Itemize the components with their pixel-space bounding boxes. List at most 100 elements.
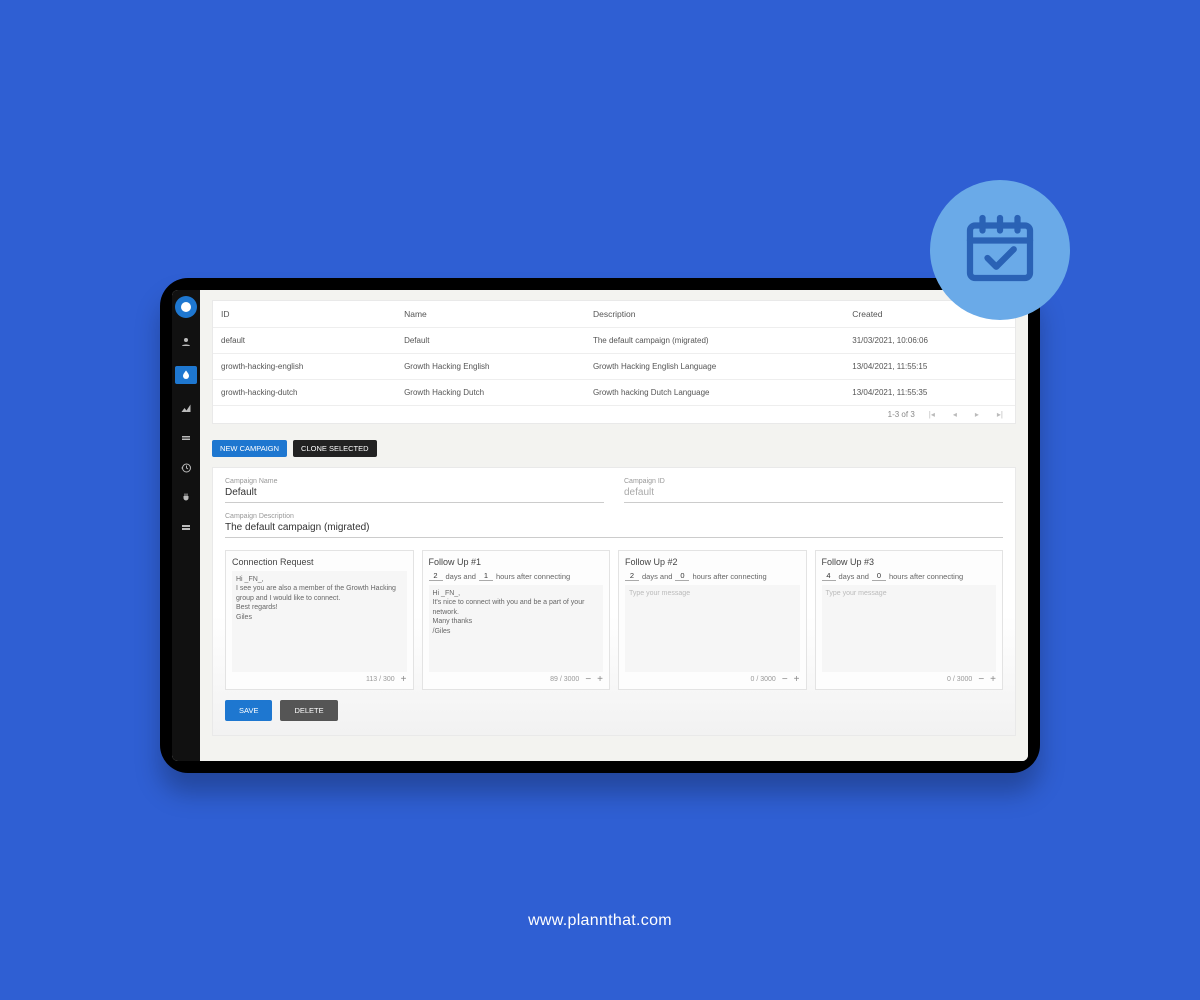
campaign-table: ID Name Description Created default Defa… bbox=[213, 301, 1015, 406]
campaign-id-label: Campaign ID bbox=[624, 478, 1003, 485]
counter-text: 0 / 3000 bbox=[947, 676, 972, 683]
table-row[interactable]: default Default The default campaign (mi… bbox=[213, 328, 1015, 354]
message-textarea[interactable]: Hi _FN_, I see you are also a member of … bbox=[232, 571, 407, 672]
layers-icon[interactable] bbox=[180, 432, 192, 444]
calendar-badge bbox=[930, 180, 1070, 320]
campaign-table-panel: ID Name Description Created default Defa… bbox=[212, 300, 1016, 424]
table-actions: NEW CAMPAIGN CLONE SELECTED bbox=[212, 440, 1016, 457]
table-header-row: ID Name Description Created bbox=[213, 301, 1015, 328]
hours-input[interactable]: 1 bbox=[479, 571, 493, 581]
delete-button[interactable]: DELETE bbox=[280, 700, 337, 721]
cell-desc: The default campaign (migrated) bbox=[585, 328, 844, 354]
timing-row: 2 days and 1 hours after connecting bbox=[429, 571, 604, 581]
card-title: Follow Up #2 bbox=[625, 557, 800, 567]
counter-text: 0 / 3000 bbox=[751, 676, 776, 683]
campaign-name-label: Campaign Name bbox=[225, 478, 604, 485]
cell-created: 31/03/2021, 10:06:06 bbox=[844, 328, 1015, 354]
hours-input[interactable]: 0 bbox=[675, 571, 689, 581]
calendar-check-icon bbox=[960, 208, 1040, 293]
person-icon[interactable] bbox=[180, 336, 192, 348]
plus-icon[interactable]: + bbox=[401, 674, 407, 685]
campaign-desc-field[interactable]: Campaign Description The default campaig… bbox=[225, 513, 1003, 538]
clone-selected-button[interactable]: CLONE SELECTED bbox=[293, 440, 377, 457]
page-prev-icon[interactable]: ◂ bbox=[949, 410, 961, 419]
cell-created: 13/04/2021, 11:55:15 bbox=[844, 354, 1015, 380]
plus-icon[interactable]: + bbox=[990, 674, 996, 685]
char-counter: 89 / 3000 − + bbox=[429, 674, 604, 685]
save-button[interactable]: SAVE bbox=[225, 700, 272, 721]
followup-3-card: Follow Up #3 4 days and 0 hours after co… bbox=[815, 550, 1004, 690]
char-counter: 0 / 3000 − + bbox=[625, 674, 800, 685]
campaign-id-field: Campaign ID default bbox=[624, 478, 1003, 503]
message-textarea[interactable]: Type your message bbox=[822, 585, 997, 672]
cell-name: Growth Hacking Dutch bbox=[396, 380, 585, 406]
page-next-icon[interactable]: ▸ bbox=[971, 410, 983, 419]
days-input[interactable]: 4 bbox=[822, 571, 836, 581]
timing-row: 2 days and 0 hours after connecting bbox=[625, 571, 800, 581]
message-cards: Connection Request Hi _FN_, I see you ar… bbox=[225, 550, 1003, 690]
campaign-desc-value: The default campaign (migrated) bbox=[225, 520, 1003, 538]
history-icon[interactable] bbox=[180, 462, 192, 474]
new-campaign-button[interactable]: NEW CAMPAIGN bbox=[212, 440, 287, 457]
cell-name: Default bbox=[396, 328, 585, 354]
counter-text: 89 / 3000 bbox=[550, 676, 579, 683]
table-row[interactable]: growth-hacking-dutch Growth Hacking Dutc… bbox=[213, 380, 1015, 406]
hours-input[interactable]: 0 bbox=[872, 571, 886, 581]
table-row[interactable]: growth-hacking-english Growth Hacking En… bbox=[213, 354, 1015, 380]
campaign-name-field[interactable]: Campaign Name Default bbox=[225, 478, 604, 503]
followup-1-card: Follow Up #1 2 days and 1 hours after co… bbox=[422, 550, 611, 690]
cell-id: growth-hacking-english bbox=[213, 354, 396, 380]
cell-id: default bbox=[213, 328, 396, 354]
cell-desc: Growth hacking Dutch Language bbox=[585, 380, 844, 406]
plug-icon[interactable] bbox=[180, 492, 192, 504]
char-counter: 0 / 3000 − + bbox=[822, 674, 997, 685]
page-canvas: ID Name Description Created default Defa… bbox=[0, 0, 1200, 1000]
hours-label: hours after connecting bbox=[692, 572, 766, 581]
device-frame: ID Name Description Created default Defa… bbox=[160, 278, 1040, 773]
card-title: Follow Up #1 bbox=[429, 557, 604, 567]
days-label: days and bbox=[446, 572, 476, 581]
grid-icon[interactable] bbox=[180, 522, 192, 534]
connection-request-card: Connection Request Hi _FN_, I see you ar… bbox=[225, 550, 414, 690]
cell-created: 13/04/2021, 11:55:35 bbox=[844, 380, 1015, 406]
sidebar bbox=[172, 290, 200, 761]
timing-row: 4 days and 0 hours after connecting bbox=[822, 571, 997, 581]
page-last-icon[interactable]: ▸| bbox=[993, 410, 1007, 419]
card-title: Follow Up #3 bbox=[822, 557, 997, 567]
days-label: days and bbox=[839, 572, 869, 581]
pagination-text: 1-3 of 3 bbox=[888, 410, 915, 419]
col-id: ID bbox=[213, 301, 396, 328]
page-first-icon[interactable]: |◂ bbox=[925, 410, 939, 419]
card-title: Connection Request bbox=[232, 557, 407, 567]
campaign-desc-label: Campaign Description bbox=[225, 513, 1003, 520]
app-logo[interactable] bbox=[175, 296, 197, 318]
campaign-name-value: Default bbox=[225, 485, 604, 503]
hours-label: hours after connecting bbox=[496, 572, 570, 581]
chart-icon[interactable] bbox=[180, 402, 192, 414]
col-description: Description bbox=[585, 301, 844, 328]
message-textarea[interactable]: Hi _FN_, It's nice to connect with you a… bbox=[429, 585, 604, 672]
plus-icon[interactable]: + bbox=[794, 674, 800, 685]
droplet-icon[interactable] bbox=[175, 366, 197, 384]
minus-icon[interactable]: − bbox=[585, 674, 591, 685]
col-name: Name bbox=[396, 301, 585, 328]
days-input[interactable]: 2 bbox=[625, 571, 639, 581]
site-url: www.plannthat.com bbox=[0, 912, 1200, 930]
days-input[interactable]: 2 bbox=[429, 571, 443, 581]
pagination: 1-3 of 3 |◂ ◂ ▸ ▸| bbox=[213, 406, 1015, 423]
minus-icon[interactable]: − bbox=[782, 674, 788, 685]
campaign-form-panel: Campaign Name Default Campaign ID defaul… bbox=[212, 467, 1016, 736]
form-actions: SAVE DELETE bbox=[225, 700, 1003, 721]
cell-name: Growth Hacking English bbox=[396, 354, 585, 380]
cell-desc: Growth Hacking English Language bbox=[585, 354, 844, 380]
cell-id: growth-hacking-dutch bbox=[213, 380, 396, 406]
days-label: days and bbox=[642, 572, 672, 581]
minus-icon[interactable]: − bbox=[978, 674, 984, 685]
message-textarea[interactable]: Type your message bbox=[625, 585, 800, 672]
counter-text: 113 / 300 bbox=[366, 676, 395, 683]
plus-icon[interactable]: + bbox=[597, 674, 603, 685]
hours-label: hours after connecting bbox=[889, 572, 963, 581]
followup-2-card: Follow Up #2 2 days and 0 hours after co… bbox=[618, 550, 807, 690]
char-counter: 113 / 300 + bbox=[232, 674, 407, 685]
campaign-id-value: default bbox=[624, 485, 1003, 503]
